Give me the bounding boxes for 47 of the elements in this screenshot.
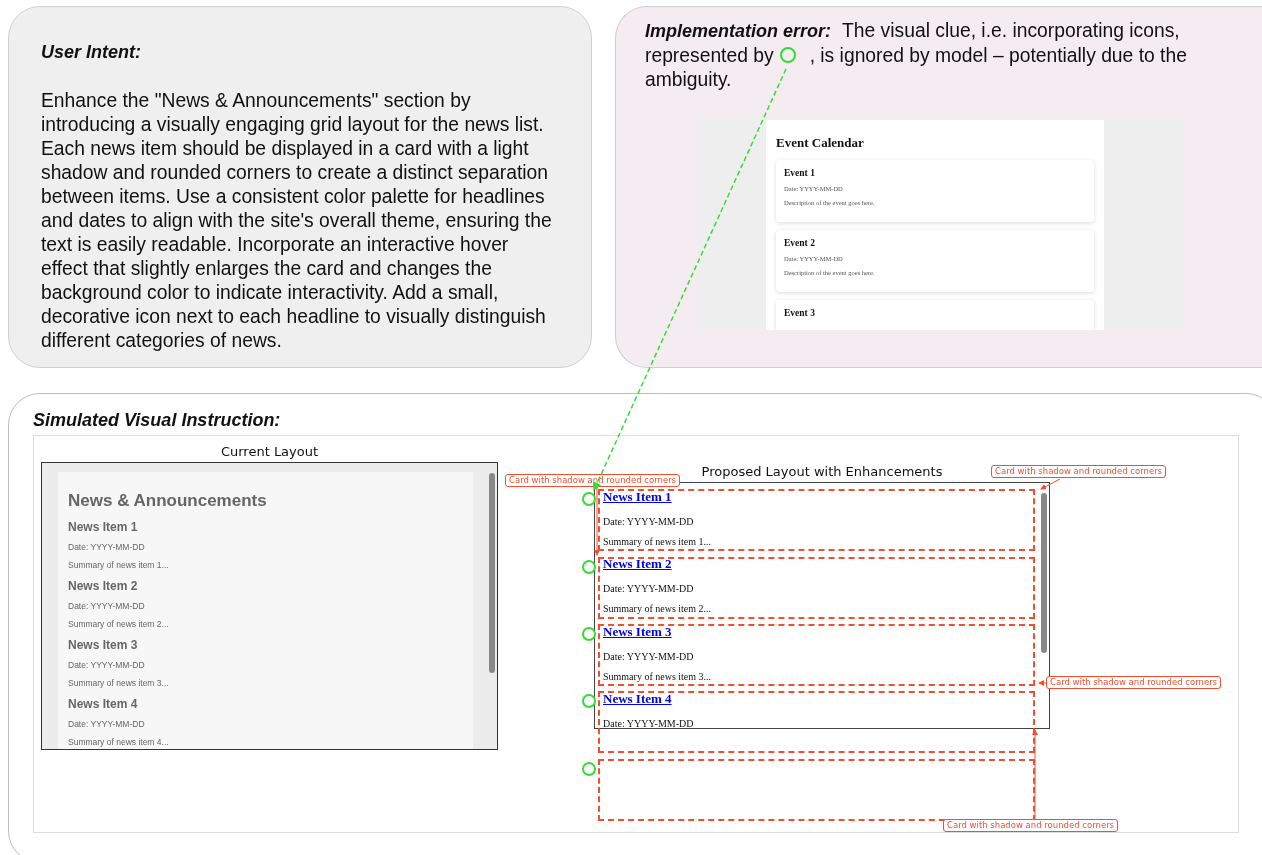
news-summary: Summary of news item 4... [68,736,170,749]
annotation-label: Card with shadow and rounded corners [943,819,1119,832]
layout-caption: Proposed Layout with Enhancements [701,464,943,479]
instruction-title: Simulated Visual Instruction: [33,409,282,432]
news-summary: Summary of news item 2... [603,603,713,615]
annotation-arrow [1040,478,1061,490]
annotation-arrow [1038,680,1047,686]
section-heading: News & Announcements [68,490,268,512]
circle-icon [582,627,596,641]
annotation-label: Card with shadow and rounded corners [991,465,1167,478]
annotation-label: Card with shadow and rounded corners [505,474,681,487]
circle-icon [582,694,596,708]
annotation-label: Card with shadow and rounded corners [1046,676,1222,689]
circle-icon [582,492,596,506]
news-date: Date: YYYY-MM-DD [68,600,146,613]
event-title: Event 3 [784,306,816,320]
circle-icon [582,560,596,574]
news-link[interactable]: News Item 2 [603,557,672,571]
news-date: Date: YYYY-MM-DD [603,514,695,529]
circle-icon [582,762,596,776]
circle-icon [779,46,796,63]
news-date: Date: YYYY-MM-DD [68,659,146,672]
calendar-heading: Event Calendar [776,133,865,152]
news-summary: Summary of news item 3... [68,677,170,690]
news-date: Date: YYYY-MM-DD [603,582,695,596]
news-date: Date: YYYY-MM-DD [68,718,146,731]
layout-caption: Current Layout [220,444,319,459]
intent-title: User Intent: [41,41,142,64]
error-text: Implementation error: The visual clue, i.e. incorporating icons, represented by , is ignored by model – potentially due to the ambiguity. [645,19,1188,92]
news-title: News Item 2 [68,578,139,595]
news-summary: Summary of news item 2... [68,618,170,631]
news-link[interactable]: News Item 1 [603,489,672,504]
news-link[interactable]: News Item 4 [603,692,672,706]
news-date: Date: YYYY-MM-DD [603,717,695,728]
news-link[interactable]: News Item 3 [603,624,672,639]
news-summary: Summary of news item 1... [68,559,170,572]
news-date: Date: YYYY-MM-DD [68,541,146,554]
news-summary: Summary of news item 3... [603,670,713,683]
news-title: News Item 3 [68,637,139,654]
news-title: News Item 4 [68,696,139,713]
news-title: News Item 1 [68,519,139,536]
event-title: Event 1 [784,166,816,180]
intent-text: Enhance the "News & Announcements" section by introducing a visually engaging grid layout for the news list. Each news item should be displayed in a card with a light shadow and rounded corners to create a distinct separation between items. Use a consistent color palette for headlines and dates to align with the site's overall theme, ensuring the text is easily readable. Incorporate an interactive hover effect that slightly enlarges the card and changes the background color to indicate interactivity. Add a small, decorative icon next to each headline to visually distinguish different categories of news. [41,89,553,353]
news-date: Date: YYYY-MM-DD [603,649,695,664]
news-summary: Summary of news item 1... [603,535,713,548]
annotation-arrow [594,487,600,556]
event-title: Event 2 [784,236,816,250]
